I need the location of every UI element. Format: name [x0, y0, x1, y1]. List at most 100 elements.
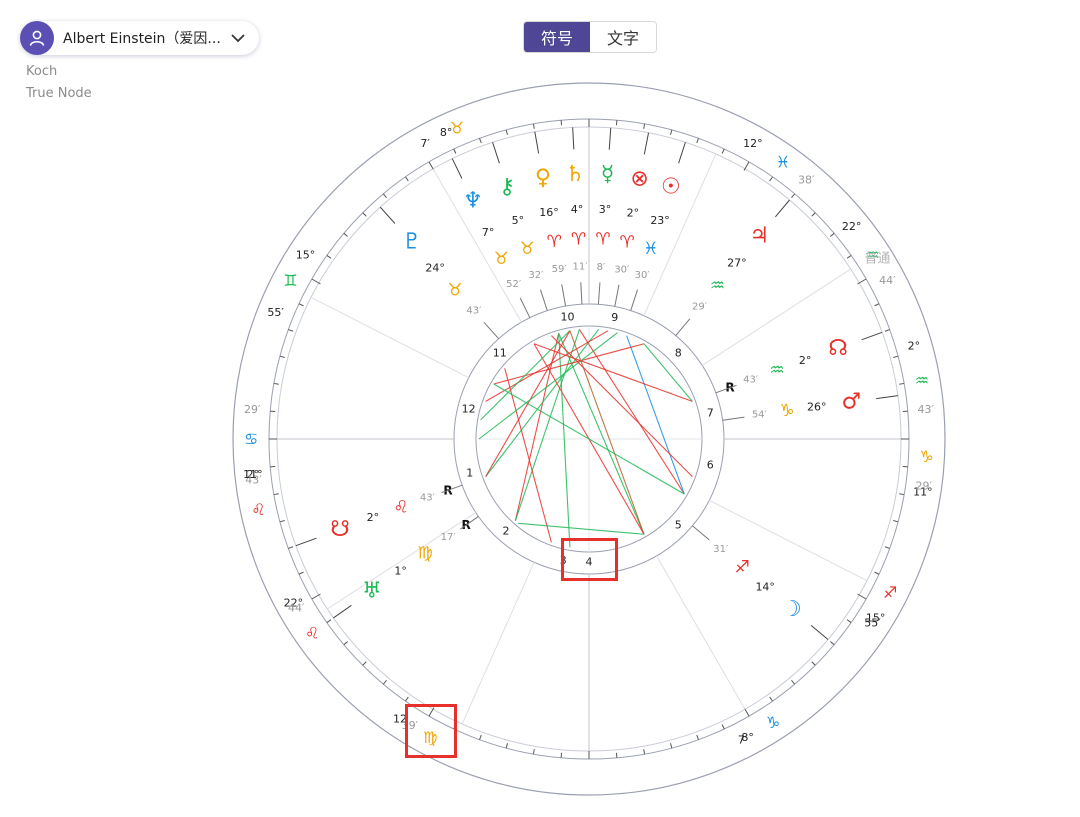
- degree-tick: [479, 138, 482, 144]
- aspect-line: [518, 522, 645, 535]
- zodiac-minute-label: 15°: [296, 248, 316, 261]
- mars-degree: 26°: [807, 400, 827, 413]
- degree-tick: [643, 123, 646, 129]
- planet-inner-pointer: [675, 318, 691, 336]
- highlight-box-house: [561, 538, 618, 581]
- planet-inner-pointer: [483, 321, 500, 340]
- pluto-degree: 24°: [425, 262, 445, 275]
- venus-sign: ♈: [547, 232, 562, 252]
- zodiac-degree-label: 7′: [420, 137, 430, 150]
- planet-inner-pointer: [597, 282, 601, 305]
- planet-pointer-line: [379, 206, 396, 224]
- degree-tick: [343, 641, 349, 646]
- degree-tick: [273, 493, 279, 496]
- degree-tick: [532, 749, 535, 755]
- zodiac-minute-label: 44′: [879, 274, 896, 287]
- degree-tick: [829, 232, 835, 237]
- chiron-degree: 5°: [512, 214, 525, 227]
- chiron-minute: 32′: [528, 270, 544, 281]
- mercury-degree: 3°: [599, 203, 612, 216]
- mars-minute: 54′: [752, 410, 768, 421]
- planet-pointer-line: [295, 537, 317, 547]
- planet-inner-pointer: [561, 284, 567, 307]
- neptune-glyph: ♆: [463, 188, 483, 213]
- zodiac-sign-glyph: ♐: [883, 583, 897, 602]
- degree-tick: [899, 493, 905, 496]
- venus-minute: 59′: [552, 264, 568, 275]
- degree-tick: [505, 743, 508, 749]
- degree-tick: [829, 641, 835, 646]
- degree-tick: [811, 661, 816, 666]
- degree-tick: [532, 123, 535, 129]
- degree-tick: [279, 355, 285, 358]
- aspect-line: [578, 329, 685, 495]
- zodiac-sign-glyph: ♑: [766, 713, 780, 732]
- chiron-glyph: ⚷: [499, 174, 515, 199]
- planet-pointer-line: [333, 604, 352, 619]
- aspect-line: [626, 335, 685, 495]
- venus-glyph: ♀: [535, 166, 551, 191]
- planet-pointer-line: [678, 142, 686, 164]
- zodiac-minute-label: 29′: [915, 480, 932, 493]
- outer-ring-label: 普通: [864, 251, 890, 266]
- degree-tick: [405, 176, 409, 182]
- sun-degree: 23°: [650, 214, 670, 227]
- moon-sign: ♐: [735, 558, 750, 578]
- sun-minute: 30′: [635, 270, 651, 281]
- house-cusp-line: [656, 555, 746, 710]
- zodiac-sign-glyph: ♌: [251, 500, 265, 519]
- zodiac-sign-glyph: ♓: [776, 153, 790, 172]
- degree-tick: [884, 546, 890, 549]
- fortune-minute: 30′: [614, 265, 630, 276]
- highlight-box-sign: [405, 704, 457, 758]
- planet-pointer-line: [534, 131, 540, 154]
- mercury-glyph: ☿: [601, 162, 615, 187]
- degree-tick: [298, 571, 304, 575]
- uranus-degree: 1°: [394, 564, 407, 577]
- planet-inner-pointer: [722, 416, 745, 421]
- jupiter-degree: 27°: [727, 256, 747, 269]
- fortune-glyph: ⊗: [630, 166, 648, 191]
- house-cusp-line: [709, 499, 868, 582]
- degree-tick: [479, 734, 482, 740]
- aspect-line: [493, 343, 645, 385]
- degree-tick: [893, 520, 899, 523]
- saturn-minute: 11′: [572, 262, 588, 273]
- zodiac-sign-glyph: ♑: [919, 447, 933, 466]
- degree-tick: [893, 355, 899, 358]
- fortune-sign: ♈: [620, 233, 635, 253]
- mars-sign: ♑: [779, 401, 794, 421]
- house-number: 5: [675, 519, 682, 532]
- degree-tick: [769, 176, 773, 182]
- degree-tick: [884, 329, 890, 332]
- planet-inner-pointer: [580, 282, 583, 305]
- degree-tick: [405, 696, 409, 702]
- house-number: 8: [675, 346, 682, 359]
- neptune-sign: ♉: [494, 249, 509, 269]
- north-node-glyph: ☊: [828, 336, 848, 361]
- degree-tick: [279, 520, 285, 523]
- zodiac-minute-label: 29′: [244, 403, 261, 416]
- planet-pointer-line: [775, 199, 790, 218]
- mars-glyph: ♂: [842, 390, 862, 415]
- jupiter-sign: ♒: [710, 276, 725, 296]
- zodiac-sign-glyph: ♋: [244, 430, 258, 449]
- house-cusp-line: [461, 562, 535, 725]
- zodiac-sign-glyph: ♌: [305, 623, 319, 642]
- south-node-glyph: ☋: [330, 517, 350, 542]
- degree-tick: [298, 303, 304, 307]
- planet-inner-pointer: [614, 284, 620, 307]
- zodiac-sign-glyph: ♊: [283, 271, 297, 290]
- planet-inner-pointer: [630, 289, 638, 311]
- degree-tick: [721, 724, 725, 730]
- degree-tick: [769, 696, 773, 702]
- degree-tick: [453, 148, 457, 154]
- house-number: 6: [707, 458, 714, 471]
- sun-glyph: ☉: [661, 174, 681, 199]
- house-number: 12: [462, 403, 476, 416]
- zodiac-minute-label: 15°: [866, 612, 886, 625]
- degree-tick: [670, 129, 673, 135]
- south-node-minute: 43′: [420, 492, 436, 503]
- zodiac-degree-label: 55′: [267, 306, 284, 319]
- zodiac-sign-glyph: ♒: [915, 371, 929, 390]
